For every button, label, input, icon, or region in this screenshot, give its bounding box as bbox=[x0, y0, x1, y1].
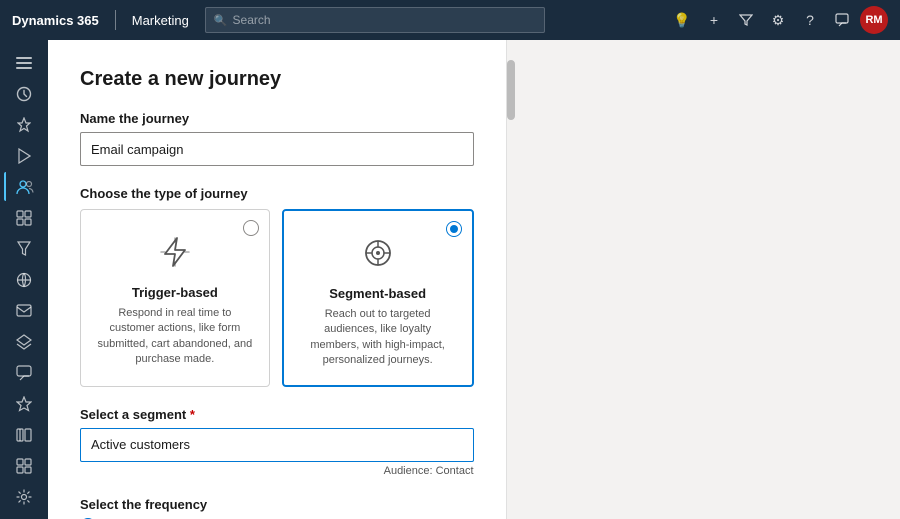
search-input[interactable] bbox=[233, 13, 536, 27]
main-layout: Create a new journey Name the journey Ch… bbox=[0, 40, 900, 519]
type-label: Choose the type of journey bbox=[80, 186, 474, 201]
journey-name-input[interactable] bbox=[80, 132, 474, 166]
scrollbar-thumb[interactable] bbox=[507, 60, 515, 120]
sidebar-item-play[interactable] bbox=[4, 141, 44, 170]
trigger-icon bbox=[157, 234, 193, 277]
segment-based-card[interactable]: Segment-based Reach out to targeted audi… bbox=[282, 209, 474, 387]
name-section: Name the journey bbox=[80, 111, 474, 166]
segment-card-desc: Reach out to targeted audiences, like lo… bbox=[300, 307, 456, 369]
user-avatar[interactable]: RM bbox=[860, 6, 888, 34]
sidebar-item-apps[interactable] bbox=[4, 451, 44, 480]
module-name: Marketing bbox=[132, 13, 189, 28]
brand-area: Dynamics 365 Marketing bbox=[12, 10, 189, 30]
search-icon: 🔍 bbox=[214, 14, 228, 27]
sidebar-item-menu[interactable] bbox=[4, 48, 44, 77]
sidebar bbox=[0, 40, 48, 519]
form-panel: Create a new journey Name the journey Ch… bbox=[48, 40, 507, 519]
segment-input[interactable] bbox=[80, 428, 474, 462]
frequency-section: Select the frequency A one-time journey … bbox=[80, 497, 474, 519]
sidebar-item-contacts[interactable] bbox=[4, 172, 44, 201]
search-bar[interactable]: 🔍 bbox=[205, 7, 545, 33]
name-label: Name the journey bbox=[80, 111, 474, 126]
audience-note: Audience: Contact bbox=[80, 465, 474, 477]
sidebar-item-pinned[interactable] bbox=[4, 110, 44, 139]
sidebar-item-grid[interactable] bbox=[4, 203, 44, 232]
sidebar-item-books[interactable] bbox=[4, 420, 44, 449]
sidebar-item-globe[interactable] bbox=[4, 265, 44, 294]
journey-type-section: Choose the type of journey bbox=[80, 186, 474, 387]
journey-type-cards: Trigger-based Respond in real time to cu… bbox=[80, 209, 474, 387]
content-area: Create a new journey Name the journey Ch… bbox=[48, 40, 900, 519]
brand-divider bbox=[115, 10, 116, 30]
brand-name: Dynamics 365 bbox=[12, 13, 99, 28]
sidebar-item-chat[interactable] bbox=[4, 358, 44, 387]
trigger-card-desc: Respond in real time to customer actions… bbox=[97, 306, 253, 368]
sidebar-item-star[interactable] bbox=[4, 389, 44, 418]
filter-icon[interactable] bbox=[732, 6, 760, 34]
settings-icon[interactable]: ⚙ bbox=[764, 6, 792, 34]
sidebar-item-funnel[interactable] bbox=[4, 234, 44, 263]
top-navigation: Dynamics 365 Marketing 🔍 💡 + ⚙ ? RM bbox=[0, 0, 900, 40]
sidebar-item-mail[interactable] bbox=[4, 296, 44, 325]
lightbulb-icon[interactable]: 💡 bbox=[668, 6, 696, 34]
sidebar-item-settings[interactable] bbox=[4, 482, 44, 511]
help-icon[interactable]: ? bbox=[796, 6, 824, 34]
segment-label: Select a segment * bbox=[80, 407, 474, 422]
sidebar-item-layers[interactable] bbox=[4, 327, 44, 356]
trigger-based-card[interactable]: Trigger-based Respond in real time to cu… bbox=[80, 209, 270, 387]
frequency-label: Select the frequency bbox=[80, 497, 474, 512]
required-marker: * bbox=[186, 407, 195, 422]
page-title: Create a new journey bbox=[80, 68, 474, 91]
plus-icon[interactable]: + bbox=[700, 6, 728, 34]
trigger-card-title: Trigger-based bbox=[132, 285, 218, 300]
segment-input-wrapper bbox=[80, 428, 474, 462]
top-nav-icons: 💡 + ⚙ ? RM bbox=[668, 6, 888, 34]
chat-icon[interactable] bbox=[828, 6, 856, 34]
sidebar-item-recent[interactable] bbox=[4, 79, 44, 108]
segment-card-title: Segment-based bbox=[329, 286, 426, 301]
right-panel bbox=[507, 40, 900, 519]
trigger-radio[interactable] bbox=[243, 220, 259, 236]
segment-section: Select a segment * Audience: Contact bbox=[80, 407, 474, 477]
segment-icon bbox=[360, 235, 396, 278]
segment-radio[interactable] bbox=[446, 221, 462, 237]
